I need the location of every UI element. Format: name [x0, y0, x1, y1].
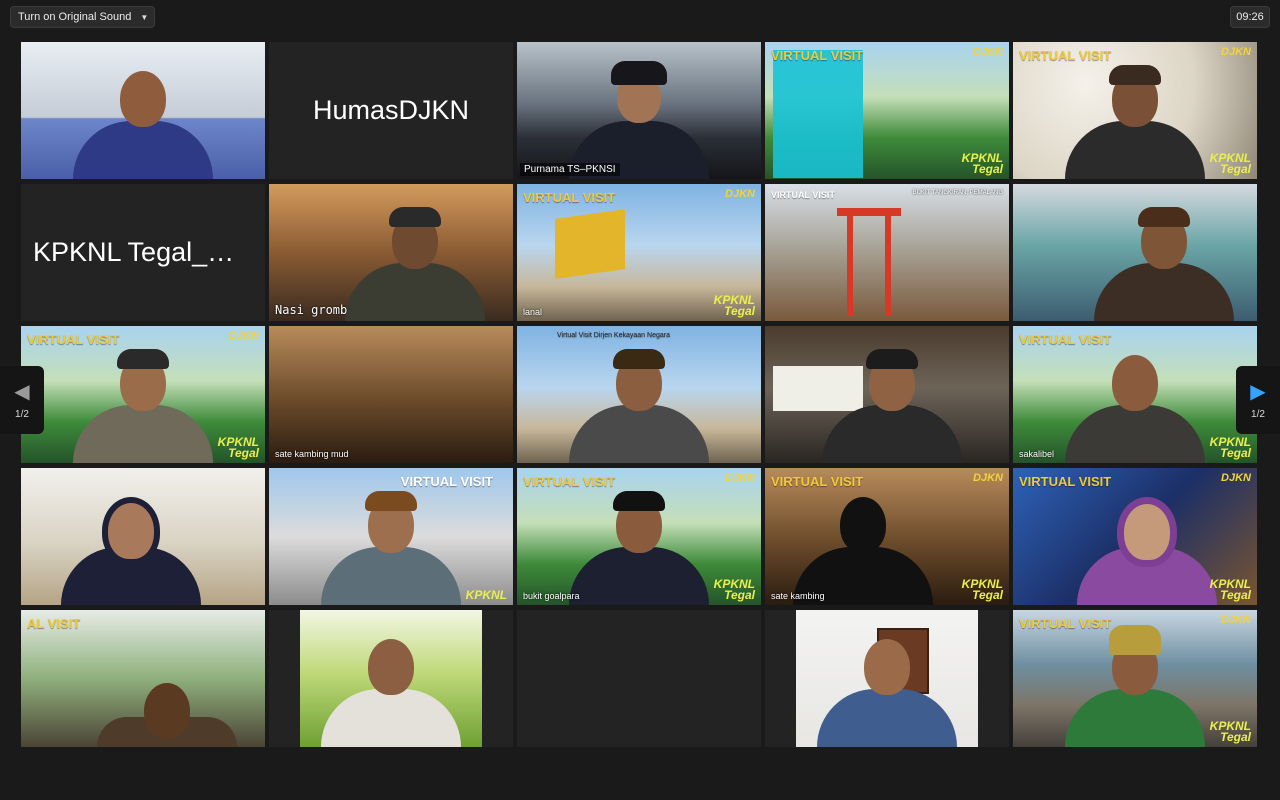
video-tile[interactable]: VIRTUAL VISIT KPKNL: [269, 468, 513, 605]
participant-name: KPKNL Tegal_Nur...: [33, 237, 265, 267]
video-tile[interactable]: sate kambing mud: [269, 326, 513, 463]
video-tile[interactable]: VIRTUAL VISIT DJKN KPKNL Tegal bukit goal…: [517, 468, 761, 605]
djkn-logo: DJKN: [1221, 472, 1251, 484]
participant-figure: [812, 627, 962, 747]
kpknl-badge: KPKNL Tegal: [1209, 719, 1251, 744]
participant-figure: [1089, 201, 1239, 321]
original-sound-button[interactable]: Turn on Original Sound ▼: [10, 6, 156, 28]
participant-figure: [1060, 343, 1210, 463]
participant-figure: [564, 343, 714, 463]
virtual-visit-title: VIRTUAL VISIT: [1019, 332, 1112, 347]
participant-name: HumasDJKN: [312, 95, 470, 125]
virtual-visit-title: AL VISIT: [27, 616, 81, 631]
virtual-visit-title: VIRTUAL VISIT: [1019, 48, 1112, 63]
chevron-down-icon[interactable]: ▼: [140, 13, 148, 22]
active-speaker-tile[interactable]: Purnama TS–PKNSI: [517, 42, 761, 179]
video-caption: lanal: [523, 307, 543, 317]
participant-figure: [564, 59, 714, 179]
next-page-button[interactable]: ▶ 1/2: [1236, 366, 1280, 434]
participant-figure: [68, 59, 218, 179]
participant-figure: [68, 343, 218, 463]
video-tile[interactable]: Nasi gromb: [269, 184, 513, 321]
virtual-visit-title: VIRTUAL VISIT: [400, 474, 493, 489]
djkn-logo: DJKN: [1221, 46, 1251, 58]
video-tile[interactable]: VIRTUAL VISIT DJKN KPKNL Tegal: [765, 42, 1009, 179]
video-tile[interactable]: VIRTUAL VISIT DJKN KPKNL Tegal: [1013, 42, 1257, 179]
video-tile[interactable]: VIRTUAL VISIT DJKN KPKNL Tegal: [1013, 610, 1257, 747]
video-tile[interactable]: [765, 610, 1009, 747]
kpknl-badge: KPKNL: [465, 588, 507, 602]
participant-figure: [1060, 59, 1210, 179]
djkn-logo: DJKN: [725, 188, 755, 200]
participant-figure: [316, 485, 466, 605]
participant-figure: [564, 485, 714, 605]
video-caption: sakalibel: [1019, 449, 1055, 459]
djkn-logo: DJKN: [725, 472, 755, 484]
video-tile[interactable]: VIRTUAL VISIT BUKIT TANGKIRAN, PEMALANG: [765, 184, 1009, 321]
participant-figure: [1072, 485, 1222, 605]
page-indicator: 1/2: [15, 408, 29, 420]
video-tile[interactable]: [21, 468, 265, 605]
video-tile-off[interactable]: HumasDJKN: [269, 42, 513, 179]
video-caption: bukit goalpara: [523, 591, 580, 601]
virtual-visit-title: Virtual Visit Dirjen Kekayaan Negara: [557, 332, 670, 339]
virtual-visit-title: VIRTUAL VISIT: [771, 48, 864, 63]
chevron-left-icon: ◀: [14, 380, 30, 403]
original-sound-label: Turn on Original Sound: [18, 11, 132, 23]
participant-figure: [56, 485, 206, 605]
previous-page-button[interactable]: ◀ 1/2: [0, 366, 44, 434]
kpknl-badge: KPKNL Tegal: [1209, 577, 1251, 602]
video-tile[interactable]: AL VISIT: [21, 610, 265, 747]
chevron-right-icon: ▶: [1250, 380, 1266, 403]
virtual-visit-title: VIRTUAL VISIT: [1019, 616, 1112, 631]
meeting-clock: 09:26: [1230, 6, 1270, 28]
video-caption: Nasi gromb: [275, 303, 348, 317]
kpknl-badge: KPKNL Tegal: [713, 293, 755, 318]
video-tile[interactable]: Virtual Visit Dirjen Kekayaan Negara: [517, 326, 761, 463]
virtual-visit-title: VIRTUAL VISIT: [523, 190, 616, 205]
video-caption: sate kambing mud: [275, 449, 349, 459]
video-tile[interactable]: VIRTUAL VISIT DJKN KPKNL Tegal: [1013, 468, 1257, 605]
kpknl-badge: KPKNL Tegal: [961, 151, 1003, 176]
participant-figure: [316, 627, 466, 747]
participant-figure: [817, 343, 967, 463]
video-tile-off[interactable]: KPKNL Tegal_Nur...: [21, 184, 265, 321]
virtual-visit-title: VIRTUAL VISIT: [1019, 474, 1112, 489]
kpknl-badge: KPKNL Tegal: [1209, 435, 1251, 460]
virtual-visit-title: VIRTUAL VISIT: [771, 474, 864, 489]
djkn-logo: DJKN: [973, 46, 1003, 58]
participant-figure: [92, 627, 242, 747]
participant-figure: [788, 485, 938, 605]
djkn-logo: DJKN: [229, 330, 259, 342]
video-tile[interactable]: VIRTUAL VISIT DJKN KPKNL Tegal: [21, 326, 265, 463]
virtual-visit-title: VIRTUAL VISIT: [27, 332, 120, 347]
virtual-visit-title: VIRTUAL VISIT: [771, 190, 835, 200]
djkn-logo: DJKN: [1221, 614, 1251, 626]
kpknl-badge: KPKNL Tegal: [1209, 151, 1251, 176]
video-tile-empty: [517, 610, 761, 747]
video-tile[interactable]: [1013, 184, 1257, 321]
kpknl-badge: KPKNL Tegal: [713, 577, 755, 602]
video-caption: sate kambing: [771, 591, 825, 601]
kpknl-badge: KPKNL Tegal: [961, 577, 1003, 602]
video-tile[interactable]: [21, 42, 265, 179]
djkn-logo: DJKN: [973, 472, 1003, 484]
video-tile[interactable]: VIRTUAL VISIT KPKNL Tegal sakalibel: [1013, 326, 1257, 463]
video-tile[interactable]: VIRTUAL VISIT DJKN KPKNL Tegal lanal: [517, 184, 761, 321]
participant-figure: [1060, 625, 1210, 747]
video-tile[interactable]: VIRTUAL VISIT DJKN KPKNL Tegal sate kambi…: [765, 468, 1009, 605]
video-feed: [269, 326, 513, 463]
video-tile[interactable]: [765, 326, 1009, 463]
gallery-grid: HumasDJKN Purnama TS–PKNSI VIRTUAL VISIT…: [21, 42, 1257, 747]
virtual-visit-title: VIRTUAL VISIT: [523, 474, 616, 489]
participant-name-label: Purnama TS–PKNSI: [520, 163, 620, 176]
participant-figure: [340, 201, 490, 321]
location-caption: BUKIT TANGKIRAN, PEMALANG: [912, 190, 1003, 196]
page-indicator: 1/2: [1251, 408, 1265, 420]
kpknl-badge: KPKNL Tegal: [217, 435, 259, 460]
video-tile[interactable]: [269, 610, 513, 747]
